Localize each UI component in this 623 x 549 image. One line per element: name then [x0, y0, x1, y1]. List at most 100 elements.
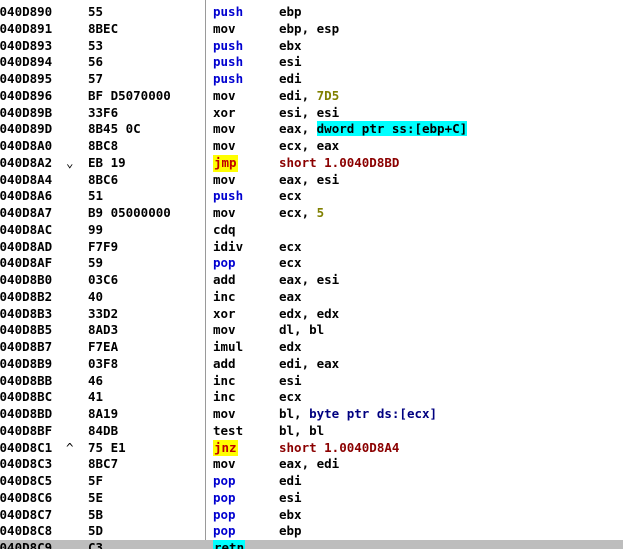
- mnemonic-cell: push: [213, 54, 244, 70]
- immediate-value: 5: [316, 205, 325, 220]
- hex-bytes-cell: 8BEC: [88, 20, 119, 36]
- operands-cell: ebx: [279, 38, 302, 55]
- instruction-row[interactable]: 0040D8C6 5E pop esi: [0, 490, 623, 507]
- instruction-row[interactable]: 0040D8BF 84DB test bl, bl: [0, 423, 623, 440]
- mnemonic-cell: retn: [213, 540, 246, 549]
- address-cell: 0040D8A4: [0, 171, 53, 187]
- instruction-row[interactable]: 0040D89B 33F6 xor esi, esi: [0, 105, 623, 122]
- operands-cell: eax, dword ptr ss:[ebp+C]: [279, 121, 468, 138]
- instruction-row[interactable]: 0040D8B2 40 inc eax: [0, 289, 623, 306]
- disassembly-view[interactable]: 0040D890 55 push ebp 0040D891 8BEC mov ebp, esp…: [0, 0, 623, 549]
- operands-cell: esi: [279, 490, 302, 507]
- operand-text: bl,: [279, 406, 310, 421]
- mnemonic-cell: idiv: [213, 238, 244, 254]
- instruction-row[interactable]: 0040D8C9 C3 retn: [0, 540, 623, 549]
- operands-cell: ecx, eax: [279, 138, 339, 155]
- jump-direction-icon: ^: [66, 439, 74, 455]
- address-cell: 0040D8AD: [0, 238, 53, 254]
- operand-text: bl, bl: [279, 422, 325, 438]
- operand-text: ecx: [279, 238, 302, 254]
- instruction-row[interactable]: 0040D8C8 5D pop ebp: [0, 523, 623, 540]
- mnemonic-cell: pop: [213, 473, 236, 488]
- instruction-row[interactable]: 0040D8B9 03F8 add edi, eax: [0, 356, 623, 373]
- hex-bytes-cell: 53: [88, 37, 104, 53]
- instruction-row[interactable]: 0040D891 8BEC mov ebp, esp: [0, 21, 623, 38]
- address-cell: 0040D8C9: [0, 540, 53, 549]
- operand-text: esi, esi: [279, 104, 340, 120]
- address-cell: 0040D8A6: [0, 188, 53, 204]
- instruction-row[interactable]: 0040D8C7 5B pop ebx: [0, 507, 623, 524]
- operand-text: ebp: [279, 4, 302, 19]
- mnemonic-cell: push: [213, 37, 244, 53]
- instruction-row[interactable]: 0040D890 55 push ebp: [0, 4, 623, 21]
- address-cell: 0040D89D: [0, 121, 53, 137]
- instruction-row[interactable]: 0040D8BC 41 inc ecx: [0, 389, 623, 406]
- hex-bytes-cell: 33F6: [88, 104, 119, 120]
- instruction-row[interactable]: 0040D8C3 8BC7 mov eax, edi: [0, 456, 623, 473]
- mnemonic-cell: inc: [213, 288, 236, 304]
- operands-cell: edx, edx: [279, 306, 339, 323]
- instruction-row[interactable]: 0040D8B5 8AD3 mov dl, bl: [0, 322, 623, 339]
- address-cell: 0040D8A2: [0, 154, 53, 170]
- instruction-row[interactable]: 0040D8C5 5F pop edi: [0, 473, 623, 490]
- address-cell: 0040D8B3: [0, 305, 53, 321]
- hex-bytes-cell: 84DB: [88, 422, 119, 438]
- instruction-row[interactable]: 0040D8B3 33D2 xor edx, edx: [0, 306, 623, 323]
- instruction-row[interactable]: 0040D8AF 59 pop ecx: [0, 255, 623, 272]
- address-cell: 0040D8A7: [0, 205, 53, 220]
- jump-direction-icon: ⌄: [66, 154, 74, 170]
- address-cell: 0040D8BC: [0, 389, 53, 405]
- operand-text: ebp, esp: [279, 20, 340, 36]
- instruction-row[interactable]: 0040D8A4 8BC6 mov eax, esi: [0, 172, 623, 189]
- hex-bytes-cell: 46: [88, 372, 104, 388]
- mnemonic-cell: cdq: [213, 221, 236, 237]
- instruction-row[interactable]: 0040D8A0 8BC8 mov ecx, eax: [0, 138, 623, 155]
- instruction-row[interactable]: 0040D8B0 03C6 add eax, esi: [0, 272, 623, 289]
- instruction-row[interactable]: 0040D894 56 push esi: [0, 54, 623, 71]
- address-cell: 0040D895: [0, 71, 53, 86]
- mnemonic-cell: add: [213, 355, 236, 371]
- address-cell: 0040D896: [0, 87, 53, 103]
- instruction-row[interactable]: 0040D8BD 8A19 mov bl, byte ptr ds:[ecx]: [0, 406, 623, 423]
- hex-bytes-cell: F7F9: [88, 238, 119, 254]
- operand-text: eax,: [279, 121, 317, 137]
- hex-bytes-cell: 5E: [88, 489, 104, 505]
- mnemonic-cell: push: [213, 71, 244, 86]
- operands-cell: ecx: [279, 389, 302, 406]
- instruction-row[interactable]: 0040D8AC 99 cdq: [0, 222, 623, 239]
- address-cell: 0040D8B2: [0, 288, 53, 304]
- hex-bytes-cell: 55: [88, 4, 104, 19]
- hex-bytes-cell: 57: [88, 71, 104, 86]
- mnemonic-cell: mov: [213, 205, 236, 220]
- operands-cell: ecx: [279, 188, 302, 205]
- hex-bytes-cell: 5F: [88, 473, 104, 488]
- instruction-row[interactable]: 0040D8C1 ^ 75 E1 jnz short 1.0040D8A4: [0, 439, 623, 457]
- mnemonic-cell: pop: [213, 489, 236, 505]
- operands-cell: dl, bl: [279, 322, 324, 339]
- instruction-row[interactable]: 0040D896 BF D5070000 mov edi, 7D5: [0, 88, 623, 105]
- instruction-row[interactable]: 0040D8A2 ⌄ EB 19 jmp short 1.0040D8BD: [0, 154, 623, 172]
- operands-cell: edi: [279, 473, 302, 490]
- instruction-row[interactable]: 0040D8A7 B9 05000000 mov ecx, 5: [0, 205, 623, 222]
- address-cell: 0040D8C8: [0, 523, 53, 539]
- hex-bytes-cell: 56: [88, 54, 104, 70]
- address-cell: 0040D89B: [0, 104, 53, 120]
- mnemonic-cell: mov: [213, 171, 236, 187]
- mnemonic-cell: inc: [213, 372, 236, 388]
- instruction-row[interactable]: 0040D8AD F7F9 idiv ecx: [0, 239, 623, 256]
- mnemonic-cell: xor: [213, 305, 236, 321]
- address-cell: 0040D8A0: [0, 138, 53, 153]
- address-cell: 0040D8B9: [0, 355, 53, 371]
- instruction-row[interactable]: 0040D893 53 push ebx: [0, 38, 623, 55]
- instruction-row[interactable]: 0040D8BB 46 inc esi: [0, 373, 623, 390]
- mnemonic-cell: push: [213, 4, 244, 19]
- mnemonic-cell: mov: [213, 87, 236, 103]
- hex-bytes-cell: 8BC6: [88, 171, 119, 187]
- instruction-row[interactable]: 0040D8B7 F7EA imul edx: [0, 339, 623, 356]
- operands-cell: bl, bl: [279, 423, 324, 440]
- instruction-row[interactable]: 0040D89D 8B45 0C mov eax, dword ptr ss:[ebp…: [0, 121, 623, 138]
- operand-text: ecx: [279, 188, 302, 204]
- operands-cell: esi: [279, 373, 302, 390]
- instruction-row[interactable]: 0040D895 57 push edi: [0, 71, 623, 88]
- instruction-row[interactable]: 0040D8A6 51 push ecx: [0, 188, 623, 205]
